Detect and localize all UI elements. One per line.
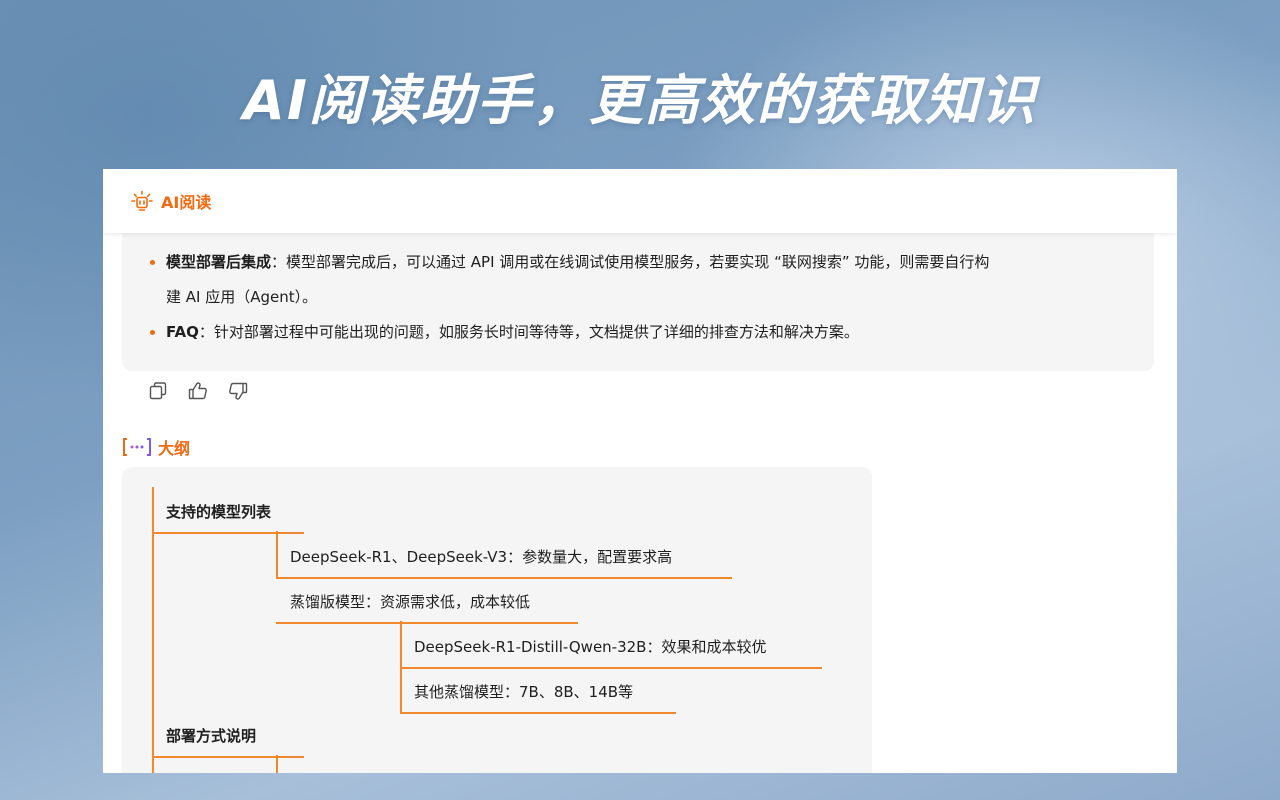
outline-node[interactable]: 支持的模型列表 xyxy=(152,501,304,534)
ai-reading-panel: AI阅读 模型部署后集成：模型部署完成后，可以通过 API 调用或在线调试使用模… xyxy=(103,169,1177,773)
summary-item-sep: ： xyxy=(271,253,287,271)
outline-node[interactable]: DeepSeek-R1-Distill-Qwen-32B：效果和成本较优 xyxy=(400,636,822,669)
thumbs-up-icon[interactable] xyxy=(188,381,208,401)
outline-header: 大纲 xyxy=(122,435,190,459)
outline-node-label: 其他蒸馏模型：7B、8B、14B等 xyxy=(414,683,634,701)
summary-item: FAQ：针对部署过程中可能出现的问题，如服务长时间等待等，文档提供了详细的排查方… xyxy=(150,315,1124,350)
outline-node-label: DeepSeek-R1-Distill-Qwen-32B：效果和成本较优 xyxy=(414,638,767,656)
page-headline: AI阅读助手，更高效的获取知识 xyxy=(243,69,1037,132)
outline-node[interactable]: 其他蒸馏模型：7B、8B、14B等 xyxy=(400,681,676,714)
outline-node[interactable]: 蒸馏版模型：资源需求低，成本较低 xyxy=(276,591,578,624)
summary-card: 模型部署后集成：模型部署完成后，可以通过 API 调用或在线调试使用模型服务，若… xyxy=(122,225,1154,371)
outline-node-label: 支持的模型列表 xyxy=(166,503,272,521)
summary-item-text-cont: 建 AI 应用（Agent）。 xyxy=(166,288,318,306)
summary-item-text: 针对部署过程中可能出现的问题，如服务长时间等待等，文档提供了详细的排查方法和解决… xyxy=(213,323,859,341)
outline-node-label: 蒸馏版模型：资源需求低，成本较低 xyxy=(290,593,531,611)
thumbs-down-icon[interactable] xyxy=(228,381,248,401)
outline-node[interactable]: DeepSeek-R1、DeepSeek-V3：参数量大，配置要求高 xyxy=(276,546,732,579)
panel-title: AI阅读 xyxy=(161,193,212,212)
summary-item-text: 模型部署完成后，可以通过 API 调用或在线调试使用模型服务，若要实现 “联网搜… xyxy=(286,253,990,271)
summary-item-key: FAQ xyxy=(166,323,199,341)
outline-mindmap: 支持的模型列表 DeepSeek-R1、DeepSeek-V3：参数量大，配置要… xyxy=(122,467,872,773)
summary-item: 模型部署后集成：模型部署完成后，可以通过 API 调用或在线调试使用模型服务，若… xyxy=(150,245,1124,315)
outline-node-label: DeepSeek-R1、DeepSeek-V3：参数量大，配置要求高 xyxy=(290,548,673,566)
outline-node-label: 部署方式说明 xyxy=(166,727,257,745)
panel-header: AI阅读 xyxy=(103,169,1177,233)
summary-item-key: 模型部署后集成 xyxy=(166,253,272,271)
outline-icon xyxy=(123,438,151,456)
copy-icon[interactable] xyxy=(148,381,168,401)
outline-node[interactable]: 部署方式说明 xyxy=(152,725,304,758)
summary-item-sep: ： xyxy=(198,323,214,341)
ai-bulb-icon xyxy=(131,190,153,211)
action-bar xyxy=(148,381,248,401)
outline-title: 大纲 xyxy=(158,439,191,458)
